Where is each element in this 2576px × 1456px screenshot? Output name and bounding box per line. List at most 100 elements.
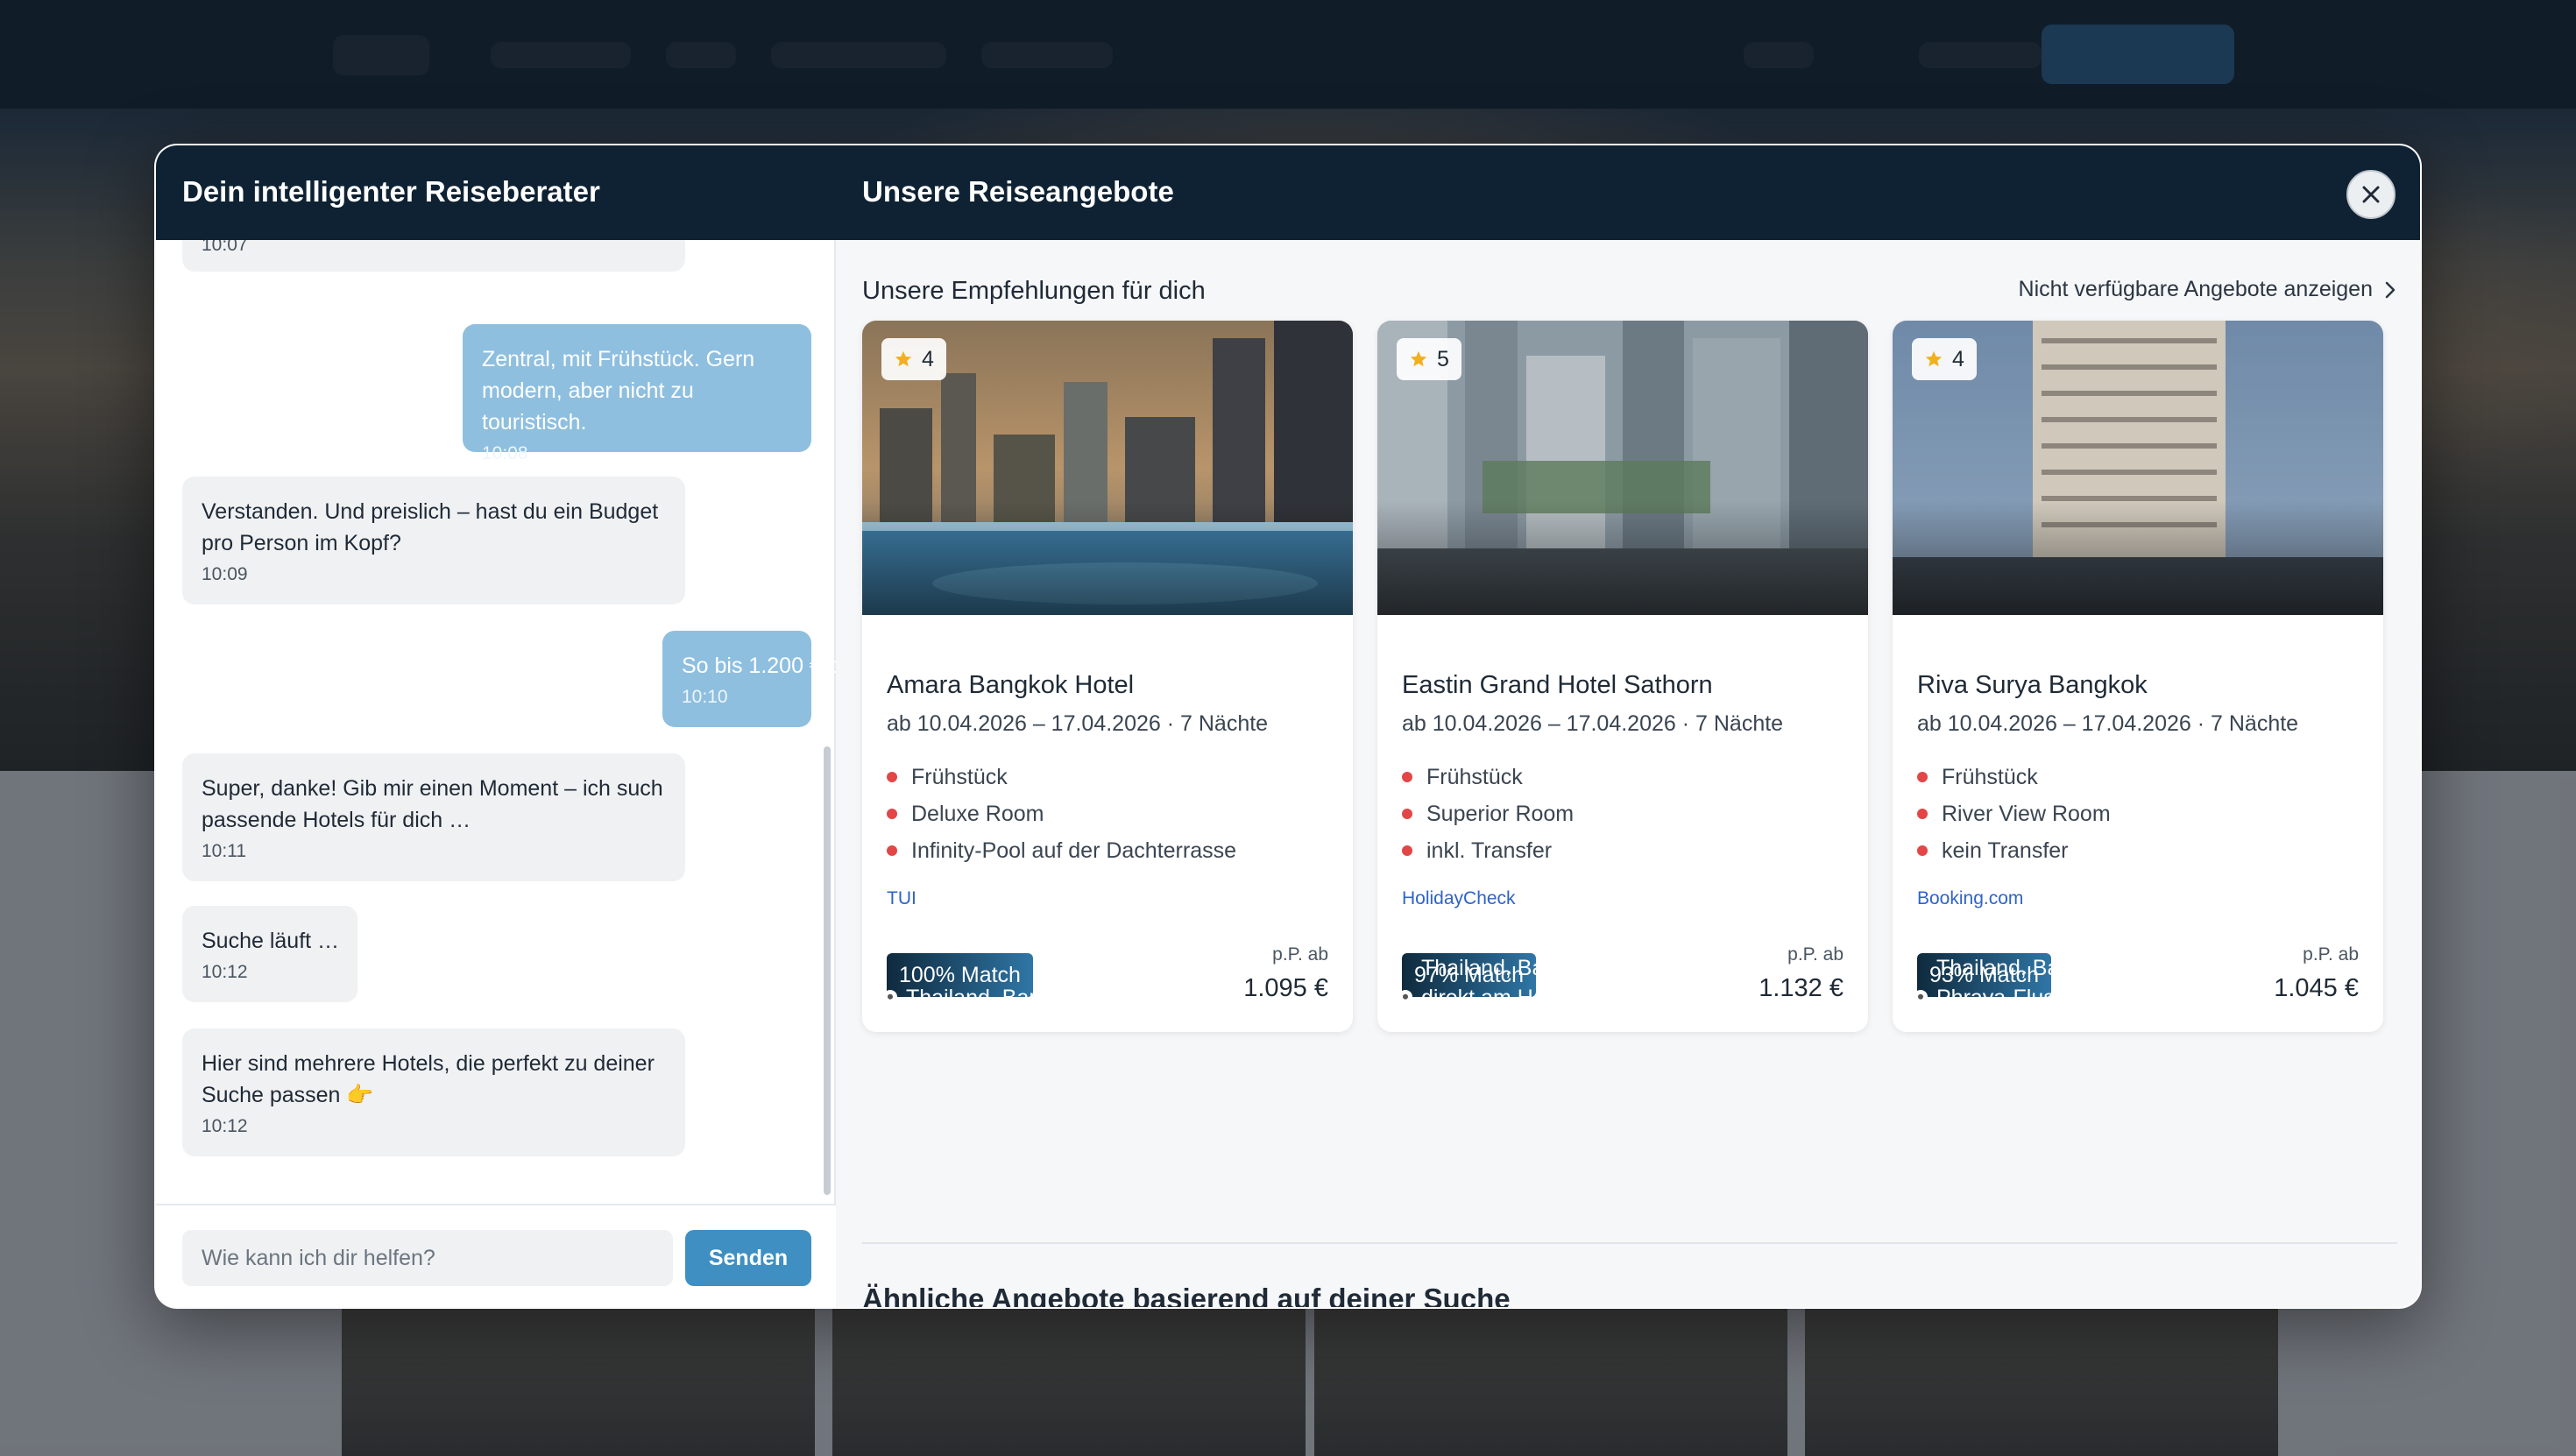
hotel-name: Riva Surya Bangkok	[1917, 671, 2148, 699]
close-button[interactable]	[2346, 170, 2396, 219]
star-icon	[1925, 350, 1943, 367]
show-unavailable-offers-label: Nicht verfügbare Angebote anzeigen	[2018, 277, 2373, 301]
map-pin-icon	[1914, 990, 1928, 1007]
star-rating-badge: 4	[881, 338, 946, 380]
bullet-dot	[887, 772, 897, 782]
feature-item: Frühstück	[887, 759, 1236, 795]
feature-text: Infinity-Pool auf der Dachterrasse	[911, 838, 1237, 863]
message-text: Suche läuft …	[202, 929, 340, 953]
feature-text: Frühstück	[1942, 765, 2038, 789]
feature-item: kein Transfer	[1917, 832, 2111, 869]
recommendations-heading: Unsere Empfehlungen für dich	[862, 277, 1206, 305]
message-time: 10:07	[202, 240, 248, 255]
close-icon	[2362, 186, 2380, 203]
price-label: p.P. ab	[1272, 944, 1328, 965]
offers-title: Unsere Reiseangebote	[862, 175, 1174, 208]
message-text: Zentral, mit Frühstück. Gern modern, abe…	[482, 347, 755, 435]
travel-dates: ab 10.04.2026 – 17.04.2026 · 7 Nächte	[1402, 711, 1784, 736]
hotel-location: Thailand, Bangkok – Silom District	[883, 983, 1335, 1013]
message-text: Super, danke! Gib mir einen Moment – ich…	[202, 776, 663, 832]
chat-title: Dein intelligenter Reiseberater	[182, 175, 600, 208]
hotel-name: Amara Bangkok Hotel	[887, 671, 1135, 699]
similar-offers-heading: Ähnliche Angebote basierend auf deiner S…	[862, 1283, 1511, 1309]
hotel-location-text: Thailand, Bangkok – Silom District	[906, 986, 1240, 1010]
message-time: 10:12	[202, 962, 248, 982]
feature-text: Frühstück	[1426, 765, 1523, 789]
chat-message-bot: Verstanden. Und preislich – hast du ein …	[182, 477, 685, 604]
chevron-right-icon	[2385, 281, 2396, 298]
chat-message-bot: Hier sind mehrere Hotels, die perfekt zu…	[182, 1028, 685, 1156]
chat-message-bot: Super, danke! Gib mir einen Moment – ich…	[182, 753, 685, 881]
star-rating-badge: 5	[1397, 338, 1461, 380]
message-time: 10:08	[482, 443, 528, 463]
star-rating-value: 4	[922, 346, 934, 371]
travel-advisor-modal: Dein intelligenter Reiseberater Unsere R…	[154, 144, 2422, 1309]
travel-dates: ab 10.04.2026 – 17.04.2026 · 7 Nächte	[887, 711, 1269, 736]
feature-list: Frühstück River View Room kein Transfer	[1917, 759, 2111, 869]
chat-input-bar: Senden	[156, 1204, 836, 1307]
section-divider	[862, 1242, 2397, 1244]
bullet-dot	[1917, 809, 1928, 819]
feature-item: Deluxe Room	[887, 795, 1236, 832]
map-pin-icon	[1398, 990, 1412, 1007]
message-text: Hier sind mehrere Hotels, die perfekt zu…	[202, 1051, 655, 1107]
feature-text: Deluxe Room	[911, 802, 1044, 826]
bullet-dot	[887, 809, 897, 819]
feature-text: kein Transfer	[1942, 838, 2069, 863]
hotel-location: Thailand, Bangkok – Sathorn / Skytrain d…	[1398, 953, 1851, 1013]
hotel-card[interactable]: 4 Thailand, Bangkok – Silom District Ama…	[862, 321, 1353, 1032]
send-button[interactable]: Senden	[685, 1230, 811, 1286]
star-rating-value: 4	[1952, 346, 1964, 371]
message-text: Verstanden. Und preislich – hast du ein …	[202, 499, 659, 555]
feature-text: inkl. Transfer	[1426, 838, 1553, 863]
feature-item: Superior Room	[1402, 795, 1574, 832]
star-rating-value: 5	[1437, 346, 1449, 371]
provider-link[interactable]: TUI	[887, 888, 916, 909]
bullet-dot	[1917, 772, 1928, 782]
map-pin-icon	[883, 990, 897, 1007]
star-rating-badge: 4	[1912, 338, 1977, 380]
message-time: 10:10	[682, 687, 728, 707]
chat-message-list[interactable]: 10:07 Zentral, mit Frühstück. Gern moder…	[156, 240, 836, 1200]
chat-scrollbar[interactable]	[824, 746, 831, 1195]
chat-input[interactable]	[182, 1230, 673, 1286]
chat-message-user: So bis 1.200 € pro Person. 10:10	[662, 631, 836, 727]
bullet-dot	[1402, 809, 1412, 819]
feature-list: Frühstück Deluxe Room Infinity-Pool auf …	[887, 759, 1236, 869]
message-time: 10:12	[202, 1116, 248, 1136]
hotel-location-text: Thailand, Bangkok – Sathorn / Skytrain d…	[1421, 956, 1801, 1010]
bullet-dot	[887, 845, 897, 856]
chat-message-bot: Suche läuft … 10:12	[182, 906, 357, 1002]
feature-text: River View Room	[1942, 802, 2111, 826]
provider-link[interactable]: Booking.com	[1917, 888, 2023, 909]
hotel-location-text: Thailand, Bangkok – Altstadt am Chao Phr…	[1936, 956, 2310, 1010]
hotel-name: Eastin Grand Hotel Sathorn	[1402, 671, 1713, 699]
feature-list: Frühstück Superior Room inkl. Transfer	[1402, 759, 1574, 869]
bullet-dot	[1402, 845, 1412, 856]
travel-dates: ab 10.04.2026 – 17.04.2026 · 7 Nächte	[1917, 711, 2299, 736]
feature-item: River View Room	[1917, 795, 2111, 832]
feature-text: Frühstück	[911, 765, 1008, 789]
feature-text: Superior Room	[1426, 802, 1575, 826]
bullet-dot	[1917, 845, 1928, 856]
chat-message-user: Zentral, mit Frühstück. Gern modern, abe…	[463, 324, 811, 463]
feature-item: inkl. Transfer	[1402, 832, 1574, 869]
modal-header: Dein intelligenter Reiseberater Unsere R…	[156, 145, 2420, 240]
show-unavailable-offers-link[interactable]: Nicht verfügbare Angebote anzeigen	[2019, 277, 2396, 302]
message-text: So bis 1.200 € pro Person.	[682, 654, 836, 678]
chat-panel: 10:07 Zentral, mit Frühstück. Gern moder…	[156, 240, 836, 1307]
message-time: 10:11	[202, 841, 246, 861]
bullet-dot	[1402, 772, 1412, 782]
hotel-card[interactable]: 4 Thailand, Bangkok – Altstadt am Chao P…	[1893, 321, 2383, 1032]
provider-link[interactable]: HolidayCheck	[1402, 888, 1516, 909]
hotel-location: Thailand, Bangkok – Altstadt am Chao Phr…	[1914, 953, 2366, 1013]
feature-item: Frühstück	[1402, 759, 1574, 795]
offers-panel[interactable]: Unsere Empfehlungen für dich Nicht verfü…	[836, 240, 2420, 1309]
feature-item: Infinity-Pool auf der Dachterrasse	[887, 832, 1236, 869]
star-icon	[1410, 350, 1427, 367]
chat-message-bot: 10:07	[182, 240, 685, 272]
feature-item: Frühstück	[1917, 759, 2111, 795]
star-icon	[895, 350, 912, 367]
hotel-card[interactable]: 5 Thailand, Bangkok – Sathorn / Skytrain…	[1377, 321, 1868, 1032]
message-time: 10:09	[202, 564, 248, 584]
